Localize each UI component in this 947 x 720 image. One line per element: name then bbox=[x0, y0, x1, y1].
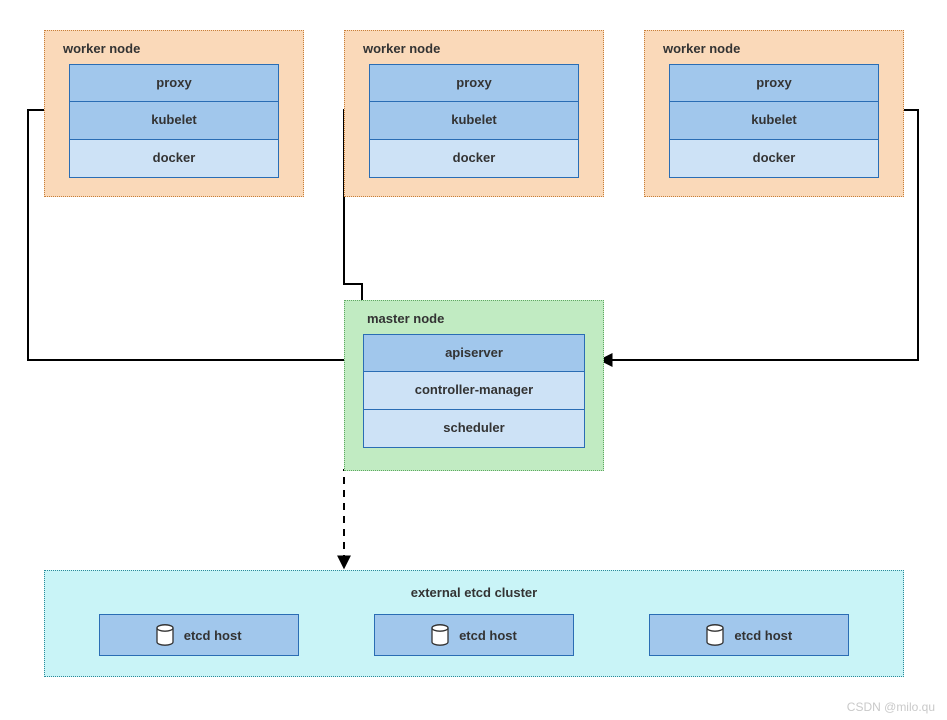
component-kubelet: kubelet bbox=[369, 102, 579, 140]
component-apiserver: apiserver bbox=[363, 334, 585, 372]
etcd-host: etcd host bbox=[99, 614, 299, 656]
master-node-title: master node bbox=[365, 309, 583, 334]
component-kubelet: kubelet bbox=[669, 102, 879, 140]
worker-node-1: worker node proxy kubelet docker bbox=[44, 30, 304, 197]
component-proxy: proxy bbox=[369, 64, 579, 102]
etcd-host-label: etcd host bbox=[184, 628, 242, 643]
component-docker: docker bbox=[369, 140, 579, 178]
worker-stack: proxy kubelet docker bbox=[669, 64, 879, 178]
etcd-host: etcd host bbox=[374, 614, 574, 656]
worker-stack: proxy kubelet docker bbox=[369, 64, 579, 178]
worker-stack: proxy kubelet docker bbox=[69, 64, 279, 178]
etcd-cluster: external etcd cluster etcd host etcd hos… bbox=[44, 570, 904, 677]
component-proxy: proxy bbox=[69, 64, 279, 102]
worker-node-3: worker node proxy kubelet docker bbox=[644, 30, 904, 197]
database-icon bbox=[706, 624, 724, 646]
component-proxy: proxy bbox=[669, 64, 879, 102]
database-icon bbox=[156, 624, 174, 646]
worker-node-2: worker node proxy kubelet docker bbox=[344, 30, 604, 197]
master-node: master node apiserver controller-manager… bbox=[344, 300, 604, 471]
diagram-stage: worker node proxy kubelet docker worker … bbox=[0, 0, 947, 720]
etcd-host: etcd host bbox=[649, 614, 849, 656]
worker-node-title: worker node bbox=[61, 39, 287, 64]
etcd-host-label: etcd host bbox=[734, 628, 792, 643]
database-icon bbox=[431, 624, 449, 646]
component-docker: docker bbox=[669, 140, 879, 178]
master-stack: apiserver controller-manager scheduler bbox=[363, 334, 585, 448]
component-kubelet: kubelet bbox=[69, 102, 279, 140]
component-scheduler: scheduler bbox=[363, 410, 585, 448]
etcd-hosts-row: etcd host etcd host etcd host bbox=[61, 614, 887, 656]
etcd-cluster-title: external etcd cluster bbox=[61, 581, 887, 614]
etcd-host-label: etcd host bbox=[459, 628, 517, 643]
component-docker: docker bbox=[69, 140, 279, 178]
component-controller-manager: controller-manager bbox=[363, 372, 585, 410]
watermark: CSDN @milo.qu bbox=[847, 700, 935, 714]
worker-node-title: worker node bbox=[661, 39, 887, 64]
worker-node-title: worker node bbox=[361, 39, 587, 64]
